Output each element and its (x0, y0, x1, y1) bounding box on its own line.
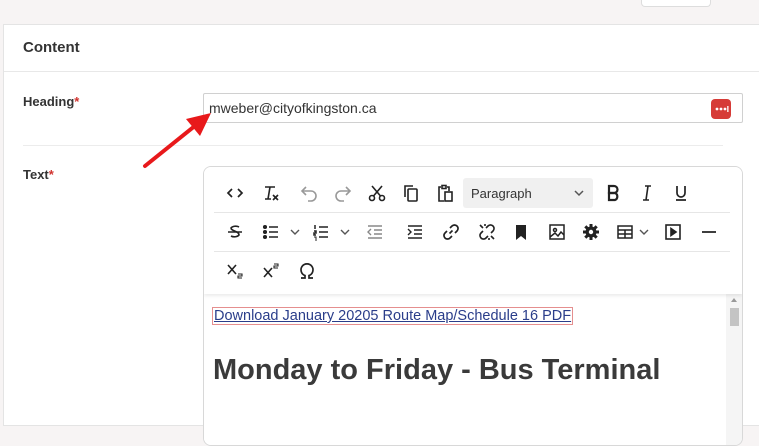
underline-icon[interactable] (666, 178, 696, 208)
format-select[interactable]: Paragraph (463, 178, 593, 208)
numbered-list-icon[interactable] (306, 217, 336, 247)
required-mark: * (74, 94, 80, 109)
format-select-value: Paragraph (471, 186, 532, 201)
heading-input[interactable] (209, 99, 689, 117)
scroll-thumb[interactable] (730, 308, 739, 326)
document-link[interactable]: Download January 20205 Route Map/Schedul… (212, 307, 574, 325)
settings-icon[interactable] (576, 217, 606, 247)
chevron-down-icon[interactable] (289, 227, 301, 237)
strikethrough-icon[interactable] (220, 217, 250, 247)
outdent-icon[interactable] (360, 217, 390, 247)
field-divider (23, 145, 723, 146)
top-bar (0, 0, 759, 24)
paste-icon[interactable] (430, 178, 460, 208)
chevron-down-icon[interactable] (339, 227, 351, 237)
undo-icon[interactable] (294, 178, 324, 208)
content-scrollbar[interactable] (726, 294, 742, 445)
panel-header: Content (4, 25, 759, 72)
heading-label-text: Heading (23, 94, 75, 109)
toolbar-row-2 (214, 213, 730, 252)
scroll-up-arrow[interactable] (731, 298, 737, 302)
content-heading: Monday to Friday - Bus Terminal (213, 354, 661, 386)
password-manager-icon[interactable] (711, 99, 731, 119)
chevron-down-icon (574, 190, 584, 197)
source-code-icon[interactable] (220, 178, 250, 208)
text-label: Text* (23, 167, 54, 182)
italic-icon[interactable] (632, 178, 662, 208)
clear-formatting-icon[interactable] (256, 178, 286, 208)
heading-input-box[interactable] (203, 93, 743, 123)
heading-label: Heading* (23, 94, 79, 109)
text-label-text: Text (23, 167, 49, 182)
editor-content[interactable]: Download January 20205 Route Map/Schedul… (204, 294, 724, 445)
chevron-down-icon[interactable] (638, 227, 650, 237)
special-character-icon[interactable] (292, 256, 322, 286)
link-icon[interactable] (436, 217, 466, 247)
toolbar-row-1: Paragraph (214, 174, 730, 213)
media-icon[interactable] (658, 217, 688, 247)
table-icon[interactable] (610, 217, 640, 247)
rich-text-editor: Paragraph Download January 20205 Route M… (203, 166, 743, 446)
image-icon[interactable] (542, 217, 572, 247)
toolbar-row-3 (214, 252, 730, 290)
top-button[interactable] (641, 0, 711, 7)
indent-icon[interactable] (400, 217, 430, 247)
superscript-icon[interactable] (256, 256, 286, 286)
unlink-icon[interactable] (472, 217, 502, 247)
bold-icon[interactable] (598, 178, 628, 208)
panel-title: Content (23, 39, 80, 56)
required-mark: * (48, 167, 54, 182)
content-panel: Content Heading* Text* (3, 24, 759, 446)
bookmark-icon[interactable] (506, 217, 536, 247)
bullet-list-icon[interactable] (256, 217, 286, 247)
annotation-arrow-icon (143, 113, 211, 168)
copy-icon[interactable] (396, 178, 426, 208)
subscript-icon[interactable] (220, 256, 250, 286)
cut-icon[interactable] (362, 178, 392, 208)
horizontal-line-icon[interactable] (694, 217, 724, 247)
redo-icon[interactable] (328, 178, 358, 208)
editor-toolbar: Paragraph (204, 167, 742, 294)
